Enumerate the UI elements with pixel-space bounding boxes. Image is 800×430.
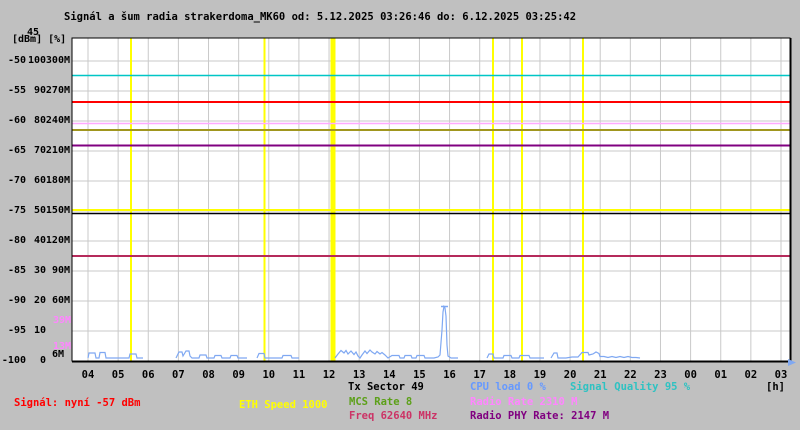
x-label-hour: 16 [443,369,456,381]
legend-eth-speed: ETH Speed 1000 [239,399,328,411]
graph-title: Signál a šum radia strakerdoma_MK60 od: … [64,11,577,23]
event-marker-line [582,38,584,361]
legend-cpu-load: CPU load 0 % [470,381,546,393]
tx-sector-line [72,212,790,215]
x-label-hour: 15 [413,369,426,381]
y-label-dbm: -55 [7,85,26,96]
y-label-rate: 60M [51,295,70,306]
event-marker-line [330,38,336,361]
legend-mcs-rate: MCS Rate 8 [349,396,413,408]
plot-background [72,38,790,361]
legend-signal-quality: Signal Quality 95 % [570,381,691,393]
x-label-hour: 19 [533,369,547,381]
y-label-rate: 90M [51,265,70,276]
legend-radio-rate: Radio Rate 2310 M [470,396,578,408]
axis-end-arrow [788,359,796,366]
y-label-dbm: -50 [7,55,26,66]
x-label-hour: 18 [503,369,517,381]
y-label-rate-marker: 39M [52,315,71,326]
y-label-dbm: -60 [7,115,26,126]
event-marker-line [521,38,523,361]
y-label-rate: 300M [45,55,70,66]
x-label-hour: 11 [292,369,306,381]
x-label-hour: 06 [141,369,155,381]
x-label-hour: 17 [473,369,487,381]
x-label-hour: 04 [81,369,95,381]
legend-radio-phy-rate: Radio PHY Rate: 2147 M [470,410,610,422]
legend-signal-now: Signál: nyní -57 dBm [14,397,141,409]
x-label-hour: 09 [232,369,245,381]
x-label-hour: 07 [172,369,185,381]
y-label-rate: 210M [45,145,70,156]
x-label-hour: 22 [624,369,637,381]
y-label-dbm: -90 [7,295,26,306]
eth-speed-line [72,209,790,211]
mcs-rate-line [72,129,790,131]
x-label-hour: 12 [322,369,336,381]
x-label-hour: 10 [262,369,276,381]
y-label-dbm: -80 [7,235,26,246]
y-label-rate-marker: 6M [51,349,64,360]
freq-line [72,255,790,257]
x-label-hour: 00 [684,369,697,381]
signal-quality-line [72,74,790,77]
event-marker-line [130,38,132,361]
x-label-hour: 02 [744,369,758,381]
event-marker-line [492,38,494,361]
legend-tx-sector: Tx Sector 49 [348,381,424,393]
x-label-hour: 08 [202,369,215,381]
y-axis-units-label: [dBm] [%] [12,34,67,45]
signal-line [72,101,790,103]
x-label-hour: 23 [654,369,667,381]
x-label-hour: 05 [111,369,125,381]
y-label-dbm: -95 [7,325,26,336]
y-label-rate: 240M [45,115,70,126]
x-label-hour: 21 [593,369,607,381]
x-label-hour: 14 [382,369,396,381]
y-label-rate: 120M [45,235,70,246]
x-label-hour: 01 [714,369,728,381]
mrtg-graph-screenshot: { "title": "Signál a šum radia strakerdo… [0,0,800,430]
y-label-dbm: -65 [7,145,26,156]
x-label-hour: 03 [774,369,788,381]
y-label-rate: 180M [45,175,70,186]
x-axis-unit-label: [h] [766,381,785,393]
chart-plot-area [71,37,796,366]
radio-rate-line [72,122,790,125]
legend-freq: Freq 62640 MHz [349,410,438,422]
y-label-dbm: -75 [7,205,26,216]
y-label-dbm: -70 [7,175,26,186]
y-label-rate: 150M [45,205,70,216]
x-label-hour: 13 [352,369,366,381]
radio-phy-rate-line [72,144,790,147]
y-label-dbm: -85 [7,265,26,276]
y-label-dbm: -100 [1,355,26,366]
y-label-rate: 270M [45,85,70,96]
event-marker-line [263,38,266,361]
x-label-hour: 20 [563,369,577,381]
